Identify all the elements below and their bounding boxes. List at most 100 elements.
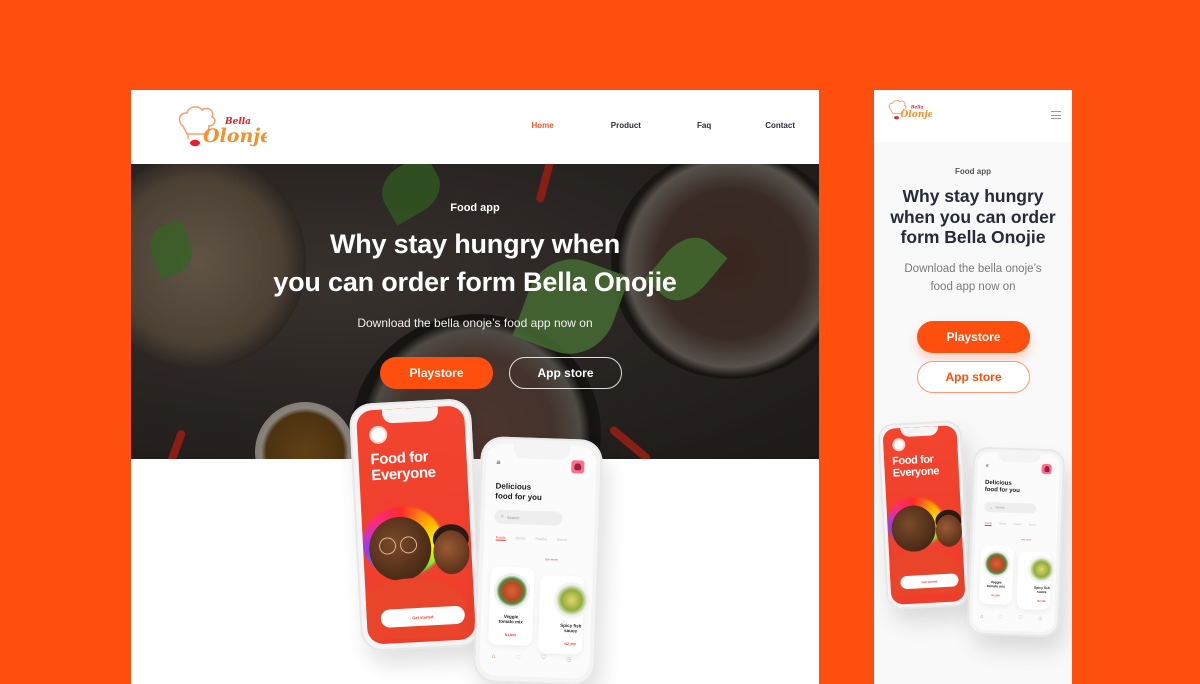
tab-foods[interactable]: Foods [495,535,506,541]
bottom-nav: ⌂ ♡ ⛉ ◷ [492,653,572,663]
nav-faq[interactable]: Faq [697,121,711,130]
home-screen: ≡ Delicious food for you ⌕ Search Foods … [478,443,598,679]
hero-kicker: Food app [450,202,500,214]
mobile-playstore-button[interactable]: Playstore [917,321,1030,353]
tab-snacks[interactable]: Snacks [535,537,547,542]
see-more-link[interactable]: see more [545,557,558,561]
food-name-line: tomato mix [498,618,523,625]
mobile-mockup: Bella Olonje Food app Why stay hungry wh… [874,90,1072,684]
desktop-navbar: Bella Olonje Home Product Faq Contact [131,90,819,164]
cart-icon[interactable]: ⛉ [541,655,546,662]
home-icon[interactable]: ⌂ [492,653,496,660]
phone-mockup-onboarding: Food for Everyone Get started [877,419,971,611]
home-title: Delicious food for you [495,481,542,502]
menu-icon[interactable]: ≡ [986,463,989,469]
mobile-hero-kicker: Food app [955,167,991,176]
food-name: Spicy fish sauce [548,623,592,634]
onboarding-title: Food for Everyone [370,448,437,485]
onboarding-screen: Food for Everyone Get started [355,405,477,645]
mobile-hero-title-line: form Bella Onojie [900,227,1046,247]
mobile-hero-title-line: when you can order [890,206,1056,227]
mobile-hero-subtitle-line: Download the bella onoje’s [904,263,1042,275]
food-image [493,572,531,610]
food-name: Veggie tomato mix [489,614,533,625]
food-image [982,549,1011,578]
hero-title-line: you can order form Bella Onojie [273,267,677,297]
playstore-button[interactable]: Playstore [380,357,493,389]
food-card[interactable]: Spicy fish sauce N2,300 [1016,551,1056,611]
home-title-line: food for you [495,491,543,502]
search-icon: ⌕ [500,513,505,520]
food-price: N1,900 [991,594,1000,598]
phone-mockup-home: ≡ Delicious food for you ⌕ Search Foods … [472,435,604,684]
home-icon[interactable]: ⌂ [980,614,983,620]
logo-text-main: Olonje [203,125,267,147]
food-card[interactable]: Veggie tomato mix N1,900 [978,545,1014,605]
see-more-link[interactable]: see more [1021,538,1031,541]
search-placeholder: Search [506,514,520,520]
food-name-line: sauce [1036,589,1047,594]
phone-mockup-home: ≡ Delicious food for you ⌕ Search Foods … [966,446,1066,638]
food-name-line: tomato mix [986,583,1006,589]
tab-sauce[interactable]: Sauce [1029,523,1036,527]
food-price: N1,900 [504,632,517,638]
food-price: N2,300 [1037,599,1046,604]
desktop-mockup: Bella Olonje Home Product Faq Contact Fo… [131,90,819,684]
history-icon[interactable]: ◷ [566,656,571,663]
bella-olonje-logo[interactable]: Bella Olonje [886,99,932,123]
food-name: Veggie tomato mix [979,580,1012,590]
nav-contact[interactable]: Contact [765,121,795,130]
logo-text-main: Olonje [900,109,932,120]
food-price: N2,300 [564,641,576,647]
hero-title: Why stay hungry when you can order form … [131,225,819,301]
phone-notch [997,452,1041,463]
category-tabs: Foods Drinks Snacks Sauce [984,521,1036,528]
history-icon[interactable]: ◷ [1038,616,1043,622]
menu-icon[interactable]: ≡ [496,459,500,466]
app-logo-icon [891,437,906,452]
bella-olonje-logo[interactable]: Bella Olonje [175,104,267,154]
heart-icon[interactable]: ♡ [516,654,522,661]
mobile-app-store-button[interactable]: App store [917,361,1030,393]
mobile-hero-subtitle-line: food app now on [930,281,1016,293]
phone-notch [512,444,571,461]
app-store-button[interactable]: App store [509,357,622,389]
onboarding-screen: Food for Everyone Get started [882,425,966,605]
hero-subtitle: Download the bella onoje’s food app now … [357,316,593,330]
search-icon: ⌕ [990,504,993,510]
tab-drinks[interactable]: Drinks [515,536,525,541]
food-card[interactable]: Spicy fish sauce N2,300 [537,575,591,655]
mobile-navbar: Bella Olonje [874,90,1072,142]
cart-icon[interactable]: ⛉ [1019,615,1023,621]
phone-notch [381,406,439,424]
bottom-nav: ⌂ ♡ ⛉ ◷ [980,614,1042,622]
onboarding-title: Food for Everyone [892,453,939,479]
user-avatar[interactable] [571,460,585,474]
user-avatar[interactable] [1041,463,1052,475]
home-screen: ≡ Delicious food for you ⌕ Search Foods … [971,451,1061,633]
mobile-hero-title: Why stay hungry when you can order form … [874,186,1072,248]
app-logo-icon [368,425,388,445]
food-name: Spicy fish sauce [1025,586,1058,595]
category-tabs: Foods Drinks Snacks Sauce [495,535,567,543]
tab-drinks[interactable]: Drinks [999,522,1006,526]
home-title-line: food for you [984,487,1020,495]
search-input[interactable]: ⌕ Search [494,509,563,526]
onboarding-title-line: Everyone [370,463,437,485]
search-placeholder: Search [995,505,1006,510]
hamburger-icon[interactable] [1051,111,1061,119]
mobile-hero-subtitle: Download the bella onoje’s food app now … [884,260,1062,296]
desktop-nav-menu: Home Product Faq Contact [532,121,795,130]
tab-foods[interactable]: Foods [984,521,992,527]
search-input[interactable]: ⌕ Search [984,501,1037,514]
heart-icon[interactable]: ♡ [999,614,1004,620]
nav-home[interactable]: Home [532,121,554,130]
nav-product[interactable]: Product [611,121,641,130]
tab-snacks[interactable]: Snacks [1013,523,1022,527]
hero-section: Food app Why stay hungry when you can or… [131,164,819,459]
food-name-line: sauce [564,627,578,634]
phone-notch [900,426,940,438]
home-title: Delicious food for you [985,480,1020,496]
tab-sauce[interactable]: Sauce [557,538,567,543]
food-card[interactable]: Veggie tomato mix N1,900 [488,566,535,646]
